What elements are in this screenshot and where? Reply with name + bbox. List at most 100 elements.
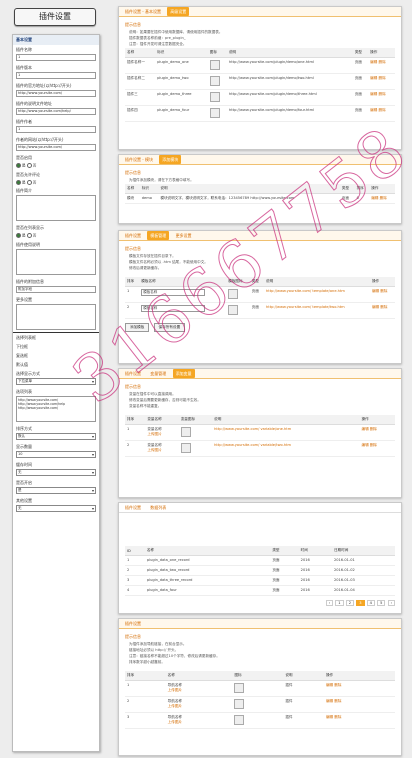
page-number[interactable]: 1	[335, 600, 344, 606]
radio-off-icon[interactable]	[26, 233, 32, 238]
radio-off-icon[interactable]	[26, 163, 32, 168]
cell-name[interactable]: 变量名称 上传图片	[145, 424, 179, 441]
radio-yes: 是	[22, 233, 26, 238]
image-icon[interactable]	[234, 715, 245, 725]
cell-op[interactable]: 编辑 删除	[368, 73, 395, 90]
radio-no: 否	[32, 180, 37, 184]
page-number-current[interactable]: 3	[356, 600, 365, 606]
field-input[interactable]: 1	[16, 54, 96, 61]
cell-op[interactable]: 编辑 删除	[323, 712, 395, 729]
table-row: 插件三 plugin_demo_three http://www.yoursit…	[125, 89, 395, 106]
radio-on-icon[interactable]	[16, 179, 21, 185]
field-label: 插件名称	[16, 47, 32, 52]
field-input[interactable]: http://www.yoursite.com/	[16, 90, 96, 97]
page-next[interactable]: ›	[387, 600, 395, 606]
page-number[interactable]: 2	[345, 600, 355, 606]
cell-op[interactable]: 编辑 删除	[359, 440, 395, 457]
panel-variable: 插件设置 变量管理 添加变量 提示信息 变量在插件中可以直接调用。 修改变量后需…	[118, 368, 402, 498]
cell-time: 2016	[298, 575, 332, 586]
note: 排序数字越小越靠前。	[129, 660, 165, 664]
radio-group[interactable]: 是 否	[13, 179, 99, 187]
tab-add-variable[interactable]: 添加变量	[172, 369, 195, 378]
cell-name: 模块	[125, 193, 140, 204]
table-row: 1 plugin_data_one_record 页面 2016 2016-01…	[125, 555, 395, 566]
cell-op[interactable]: 编辑 删除	[359, 424, 395, 441]
count-select[interactable]: 10	[16, 450, 96, 458]
radio-group[interactable]: 是 否	[13, 232, 99, 240]
note: 变量在插件中可以直接调用。	[129, 392, 176, 396]
list-textarea[interactable]: http://www.yoursite.com/ http://www.your…	[16, 395, 96, 422]
desc-textarea[interactable]	[16, 195, 96, 221]
usage-textarea[interactable]	[16, 248, 96, 275]
radio-group[interactable]: 是 否	[13, 162, 99, 170]
page-number[interactable]: 5	[377, 600, 386, 606]
th: 标识	[139, 184, 159, 194]
cell-icon	[207, 89, 227, 106]
page-number[interactable]: 4	[366, 600, 375, 606]
field-input[interactable]: 1	[16, 72, 96, 79]
tab-more[interactable]: 更多设置	[173, 231, 195, 240]
enable-select[interactable]: 是	[16, 486, 96, 494]
image-icon[interactable]	[180, 443, 191, 453]
th: 名称	[125, 48, 156, 58]
cell-key: plugin_demo_one	[155, 57, 208, 74]
tab-add-module[interactable]: 添加模块	[159, 155, 182, 164]
cell-name[interactable]: 导航名称 上传图片	[165, 696, 233, 713]
upload-link[interactable]: 上传图片	[168, 720, 182, 724]
upload-link[interactable]: 上传图片	[147, 448, 161, 452]
tab-settings[interactable]: 插件设置	[122, 503, 144, 512]
th: 操作	[359, 415, 395, 425]
cell-id: 3	[125, 575, 145, 586]
field-input[interactable]: http://www.yoursite.com/help/	[16, 108, 96, 115]
more-textarea[interactable]	[16, 303, 96, 330]
th: 日期时间	[331, 546, 395, 556]
tab-settings[interactable]: 插件设置	[122, 619, 144, 628]
cell-type: 页面	[352, 73, 369, 90]
other-select[interactable]: 无	[16, 504, 96, 512]
upload-link[interactable]: 上传图片	[168, 704, 182, 708]
variable-table: 排序 变量名称 变量图标 说明 操作 1 变量名称 上传图片 http://www…	[125, 415, 395, 457]
cell-type: 页面	[270, 585, 299, 596]
radio-label: 是否启用	[16, 155, 32, 160]
field-input[interactable]: 1	[16, 126, 96, 133]
th: 排序	[125, 277, 140, 287]
tab-basic[interactable]: 插件设置 - 基本设置	[122, 7, 164, 16]
cell-op[interactable]: 编辑 删除	[369, 286, 395, 303]
cell-order: 2	[125, 696, 166, 713]
cell-type: 页面	[249, 302, 265, 319]
page-prev[interactable]: ‹	[325, 600, 334, 606]
image-icon[interactable]	[180, 427, 191, 437]
cell-date: 2016-01-02	[331, 565, 395, 576]
cell-name[interactable]: 导航名称 上传图片	[165, 712, 233, 729]
cell-op[interactable]: 编辑 删除	[369, 302, 395, 319]
radio-on-icon[interactable]	[16, 163, 21, 168]
upload-link[interactable]: 上传图片	[168, 688, 182, 692]
table-row: 2 plugin_data_two_record 页面 2016 2016-01…	[125, 565, 395, 576]
cell-op[interactable]: 编辑 删除	[368, 89, 395, 106]
cell-op[interactable]: 编辑 删除	[323, 680, 395, 697]
upload-link[interactable]: 上传图片	[147, 432, 161, 436]
radio-on-icon[interactable]	[16, 233, 21, 238]
page-title-button[interactable]: 插件设置	[14, 8, 96, 26]
tab-settings[interactable]: 插件设置	[122, 231, 144, 240]
order-select[interactable]: 默认	[16, 432, 96, 440]
cell-name[interactable]: 导航名称 上传图片	[165, 680, 233, 697]
radio-off-icon[interactable]	[26, 179, 32, 185]
image-icon[interactable]	[234, 699, 245, 709]
field-input[interactable]: http://www.yoursite.com/	[16, 144, 96, 151]
th: ID	[125, 546, 145, 556]
tab-data[interactable]: 数据列表	[147, 503, 169, 512]
cell-op[interactable]: 编辑 删除	[368, 57, 395, 74]
th: 标识	[155, 48, 208, 58]
tab-advanced[interactable]: 高级设置	[167, 7, 190, 16]
extra-input[interactable]: 附加字段	[16, 285, 96, 293]
cell-op[interactable]: 编辑 删除	[323, 696, 395, 713]
image-icon[interactable]	[234, 683, 245, 693]
th: 名称	[144, 546, 271, 556]
note: 变量名称不能重复。	[129, 404, 162, 408]
th: 时间	[298, 546, 332, 556]
cache-select[interactable]: 无	[16, 468, 96, 476]
tab-module[interactable]: 插件设置 - 模块	[122, 155, 156, 164]
tab-template[interactable]: 模板管理	[147, 231, 170, 240]
cell-name[interactable]: 变量名称 上传图片	[145, 440, 179, 457]
